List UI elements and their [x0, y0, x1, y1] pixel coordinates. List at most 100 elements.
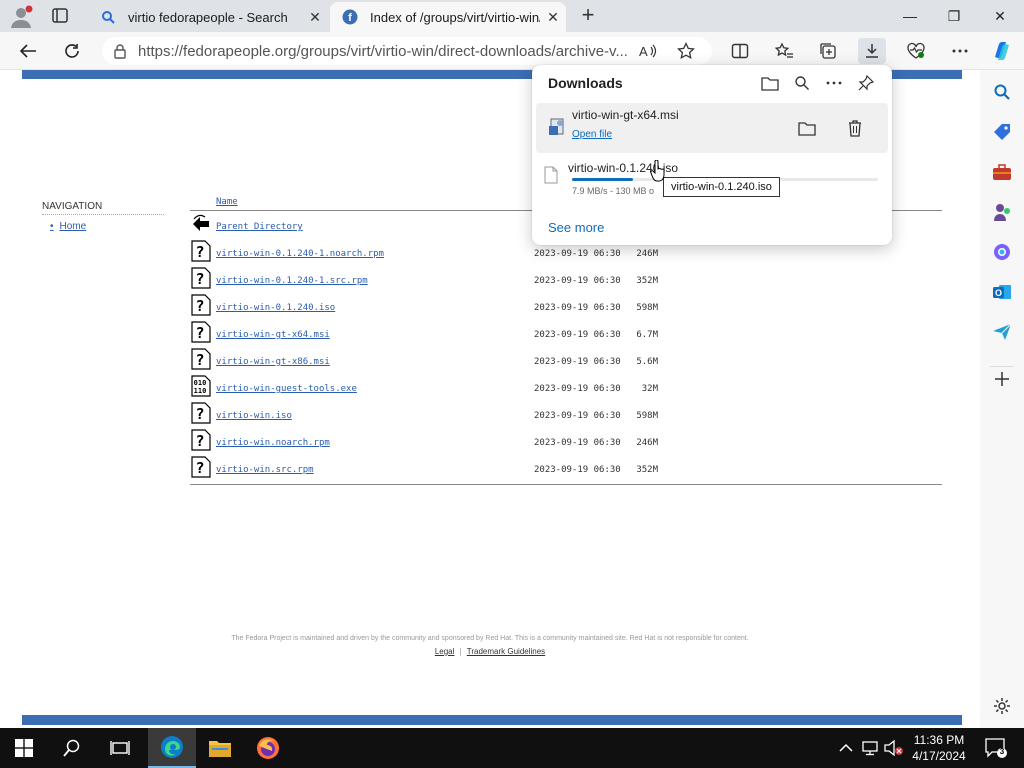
file-date: 2023-09-19 06:30 [534, 438, 621, 448]
home-link-label: Home [59, 221, 87, 232]
new-tab-button[interactable]: + [576, 4, 600, 28]
file-link[interactable]: virtio-win-gt-x86.msi [216, 357, 330, 367]
start-windows-icon[interactable] [0, 728, 48, 768]
svg-text:?: ? [195, 243, 204, 261]
favorite-star-icon[interactable] [672, 38, 700, 64]
file-link[interactable]: virtio-win-guest-tools.exe [216, 384, 357, 394]
back-icon [191, 213, 211, 235]
download-status: 7.9 MB/s - 130 MB o [572, 186, 655, 196]
table-row: ? virtio-win.src.rpm 2023-09-19 06:30 35… [190, 456, 942, 478]
taskbar: 11:36 PM 4/17/2024 3 [0, 728, 1024, 768]
unknown-file-icon: ? [191, 402, 211, 424]
fedora-icon: f [342, 9, 358, 25]
svg-text:?: ? [195, 324, 204, 342]
file-link[interactable]: virtio-win.src.rpm [216, 465, 314, 475]
file-link[interactable]: virtio-win.noarch.rpm [216, 438, 330, 448]
tab-bar: virtio fedorapeople - Search ✕ f Index o… [0, 0, 1024, 32]
open-file-link[interactable]: Open file [572, 129, 612, 140]
copilot-icon[interactable] [988, 38, 1016, 64]
collections-icon[interactable] [814, 38, 842, 64]
split-screen-icon[interactable] [726, 38, 754, 64]
search-icon[interactable] [792, 73, 812, 93]
footer-band [22, 715, 962, 725]
close-window-button[interactable]: ✕ [980, 4, 1020, 28]
profile-avatar-icon[interactable] [8, 4, 34, 30]
file-date: 2023-09-19 06:30 [534, 411, 621, 421]
file-link[interactable]: virtio-win-0.1.240-1.noarch.rpm [216, 249, 384, 259]
file-link[interactable]: Parent Directory [216, 222, 303, 232]
volume-muted-icon[interactable] [884, 738, 904, 758]
file-date: 2023-09-19 06:30 [534, 249, 621, 259]
navigation-heading: NAVIGATION [42, 201, 164, 215]
downloads-panel: Downloads virtio-win-gt-x64.msi Open fil… [532, 65, 892, 245]
lock-icon[interactable] [102, 43, 138, 59]
read-aloud-icon[interactable]: A [634, 38, 662, 64]
delete-icon[interactable] [844, 117, 866, 139]
microsoft-365-icon[interactable] [990, 240, 1014, 264]
svg-text:?: ? [195, 270, 204, 288]
see-more-link[interactable]: See more [548, 220, 604, 235]
back-button[interactable] [14, 38, 42, 64]
file-size: 32M [641, 384, 658, 394]
file-link[interactable]: virtio-win-0.1.240.iso [216, 303, 335, 313]
table-row: ? virtio-win-gt-x64.msi 2023-09-19 06:30… [190, 321, 942, 343]
clock[interactable]: 11:36 PM 4/17/2024 [908, 732, 970, 764]
svg-text:?: ? [195, 405, 204, 423]
file-explorer-icon[interactable] [196, 728, 244, 768]
tab-actions-icon[interactable] [48, 6, 72, 26]
tools-icon[interactable] [990, 160, 1014, 184]
file-link[interactable]: virtio-win-gt-x64.msi [216, 330, 330, 340]
favorites-icon[interactable] [770, 38, 798, 64]
pin-icon[interactable] [856, 73, 876, 93]
more-options-icon[interactable] [946, 38, 974, 64]
file-size: 352M [636, 276, 658, 286]
file-link[interactable]: virtio-win.iso [216, 411, 292, 421]
browser-essentials-icon[interactable] [902, 38, 930, 64]
minimize-button[interactable]: — [890, 4, 930, 28]
settings-gear-icon[interactable] [990, 694, 1014, 718]
refresh-button[interactable] [58, 38, 86, 64]
search-icon[interactable] [990, 80, 1014, 104]
svg-text:010: 010 [194, 379, 207, 387]
downloads-icon[interactable] [858, 38, 886, 64]
date: 4/17/2024 [912, 749, 966, 763]
search-icon[interactable] [48, 728, 96, 768]
edge-taskbar-icon[interactable] [148, 728, 196, 768]
shopping-tag-icon[interactable] [990, 120, 1014, 144]
file-date: 2023-09-19 06:30 [534, 303, 621, 313]
tab-search[interactable]: virtio fedorapeople - Search ✕ [88, 2, 328, 32]
open-folder-icon[interactable] [760, 73, 780, 93]
svg-text:f: f [348, 12, 352, 24]
file-icon [544, 166, 562, 186]
footer-text: The Fedora Project is maintained and dri… [231, 635, 749, 642]
network-icon[interactable] [860, 738, 880, 758]
table-row: ? virtio-win.noarch.rpm 2023-09-19 06:30… [190, 429, 942, 451]
file-link[interactable]: virtio-win-0.1.240-1.src.rpm [216, 276, 368, 286]
outlook-icon[interactable]: O [990, 280, 1014, 304]
download-item[interactable]: virtio-win-gt-x64.msi Open file [536, 103, 888, 153]
svg-text:110: 110 [194, 387, 207, 395]
tab-title: virtio fedorapeople - Search [128, 9, 288, 25]
firefox-icon[interactable] [244, 728, 292, 768]
more-options-icon[interactable] [824, 73, 844, 93]
close-icon[interactable]: ✕ [540, 9, 566, 26]
filename-tooltip: virtio-win-0.1.240.iso [663, 177, 780, 197]
column-header-name[interactable]: Name [216, 197, 238, 207]
edge-sidebar: O [980, 70, 1024, 728]
chevron-up-icon[interactable] [836, 738, 856, 758]
restore-button[interactable]: ❐ [934, 4, 974, 28]
send-icon[interactable] [990, 320, 1014, 344]
url-field[interactable]: https://fedorapeople.org/groups/virt/vir… [102, 37, 712, 65]
svg-text:?: ? [195, 432, 204, 450]
nav-home-link[interactable]: • Home [50, 221, 86, 232]
games-icon[interactable] [990, 200, 1014, 224]
task-view-icon[interactable] [96, 728, 144, 768]
legal-link[interactable]: Legal [435, 647, 455, 656]
notifications-icon[interactable]: 3 [984, 737, 1008, 759]
close-icon[interactable]: ✕ [302, 9, 328, 26]
trademark-link[interactable]: Trademark Guidelines [467, 647, 545, 656]
file-size: 598M [636, 411, 658, 421]
add-icon[interactable] [990, 366, 1014, 390]
show-in-folder-icon[interactable] [796, 117, 818, 139]
tab-index[interactable]: f Index of /groups/virt/virtio-win/direc… [330, 2, 566, 32]
